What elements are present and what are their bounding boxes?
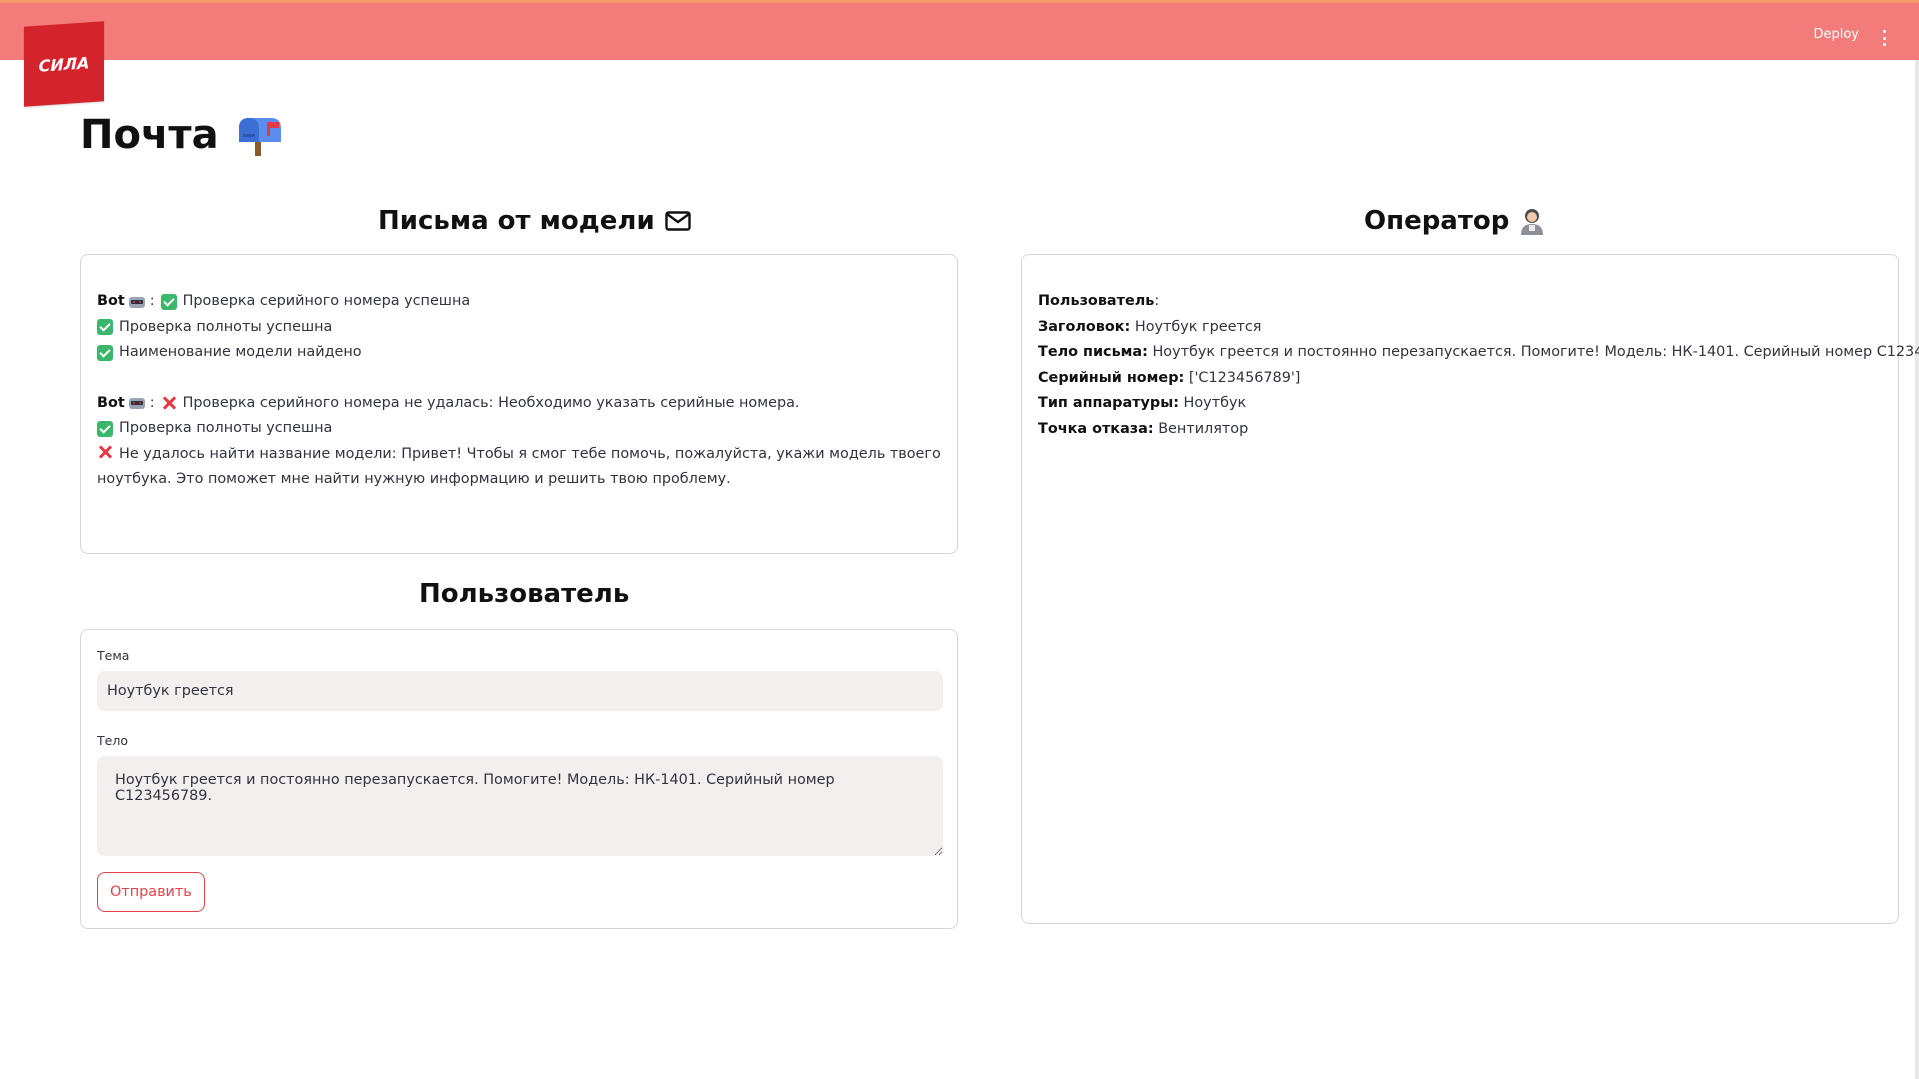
- subject-label: Тема: [97, 648, 130, 663]
- operator-section-heading: Оператор: [1364, 206, 1545, 236]
- user-section-heading: Пользователь: [419, 579, 629, 609]
- check-icon: [97, 420, 113, 437]
- operator-row: Тело письма: Ноутбук греется и постоянно…: [1038, 340, 1919, 366]
- operator-row-key: Тело письма:: [1038, 344, 1148, 360]
- operator-row: Заголовок: Ноутбук греется: [1038, 315, 1882, 341]
- subject-input[interactable]: [97, 671, 943, 711]
- body-label: Тело: [97, 733, 128, 748]
- app-header: Deploy: [0, 0, 1919, 60]
- bot-message-line: Проверка полноты успешна: [97, 416, 941, 442]
- check-icon: [160, 293, 177, 310]
- envelope-icon: [664, 211, 691, 231]
- bot-message-header: Bot : Проверка серийного номера не удала…: [97, 391, 941, 417]
- check-icon: [97, 319, 113, 336]
- operator-user-sep: :: [1154, 293, 1160, 309]
- bot-line-text: Не удалось найти название модели: Привет…: [97, 445, 941, 488]
- check-icon: [97, 344, 113, 361]
- page-title-text: Почта: [80, 112, 219, 158]
- bot-messages-card: Bot : Проверка серийного номера успешна …: [80, 254, 958, 554]
- bot-sender: Bot: [97, 293, 125, 309]
- bot-message-line: Не удалось найти название модели: Привет…: [97, 442, 941, 493]
- operator-section-title: Оператор: [1364, 206, 1510, 236]
- cross-icon: [161, 395, 177, 411]
- bot-message-line: Наименование модели найдено: [97, 340, 941, 366]
- bot-section-heading: Письма от модели: [378, 206, 691, 236]
- operator-person-icon: [1521, 209, 1544, 235]
- bot-separator: :: [149, 293, 155, 309]
- bot-separator: :: [149, 394, 155, 411]
- body-textarea[interactable]: Ноутбук греется и постоянно перезапускае…: [97, 756, 943, 856]
- bot-line-text: Проверка полноты успешна: [119, 420, 333, 436]
- bot-line-text: Проверка серийного номера не удалась: Не…: [182, 394, 800, 411]
- bot-section-title: Письма от модели: [378, 206, 655, 236]
- bot-message-line: Проверка полноты успешна: [97, 315, 941, 341]
- robot-icon: [128, 296, 145, 308]
- scrollbar[interactable]: [1915, 60, 1919, 1079]
- bot-line-text: Проверка полноты успешна: [119, 318, 333, 335]
- robot-icon: [128, 398, 145, 410]
- operator-row-key: Тип аппаратуры:: [1038, 395, 1179, 411]
- operator-row-value: Ноутбук: [1183, 395, 1247, 411]
- operator-row: Серийный номер: ['С123456789']: [1038, 366, 1882, 392]
- bot-line-text: Проверка серийного номера успешна: [182, 293, 471, 309]
- operator-card: Пользователь: Заголовок: Ноутбук греется…: [1021, 254, 1919, 924]
- operator-row-key: Серийный номер:: [1038, 369, 1185, 386]
- mailbox-icon: [238, 118, 281, 156]
- bot-sender: Bot: [97, 394, 125, 411]
- operator-user-row: Пользователь:: [1038, 289, 1882, 315]
- operator-row-value: Вентилятор: [1158, 420, 1249, 437]
- logo-text: СИЛА: [38, 52, 90, 76]
- bot-message-header: Bot : Проверка серийного номера успешна: [97, 289, 941, 315]
- bot-line-text: Наименование модели найдено: [119, 344, 362, 360]
- operator-row-value: ['С123456789']: [1188, 369, 1301, 386]
- operator-row-key: Точка отказа:: [1038, 420, 1154, 437]
- operator-row: Тип аппаратуры: Ноутбук: [1038, 391, 1882, 417]
- deploy-button[interactable]: Deploy: [1813, 27, 1859, 42]
- cross-icon: [97, 444, 113, 460]
- operator-row: Точка отказа: Вентилятор: [1038, 417, 1882, 443]
- user-section-title: Пользователь: [419, 579, 630, 609]
- user-form-card: Тема Тело Ноутбук греется и постоянно пе…: [80, 629, 958, 929]
- operator-row-value: Ноутбук греется: [1134, 318, 1262, 335]
- page-title: Почта: [80, 112, 283, 158]
- operator-row-key: Заголовок:: [1038, 318, 1131, 335]
- kebab-menu-icon[interactable]: [1881, 30, 1887, 46]
- operator-user-label: Пользователь: [1038, 293, 1155, 309]
- submit-button[interactable]: Отправить: [97, 872, 205, 912]
- brand-logo: СИЛА: [24, 21, 104, 107]
- operator-row-value: Ноутбук греется и постоянно перезапускае…: [1152, 344, 1919, 360]
